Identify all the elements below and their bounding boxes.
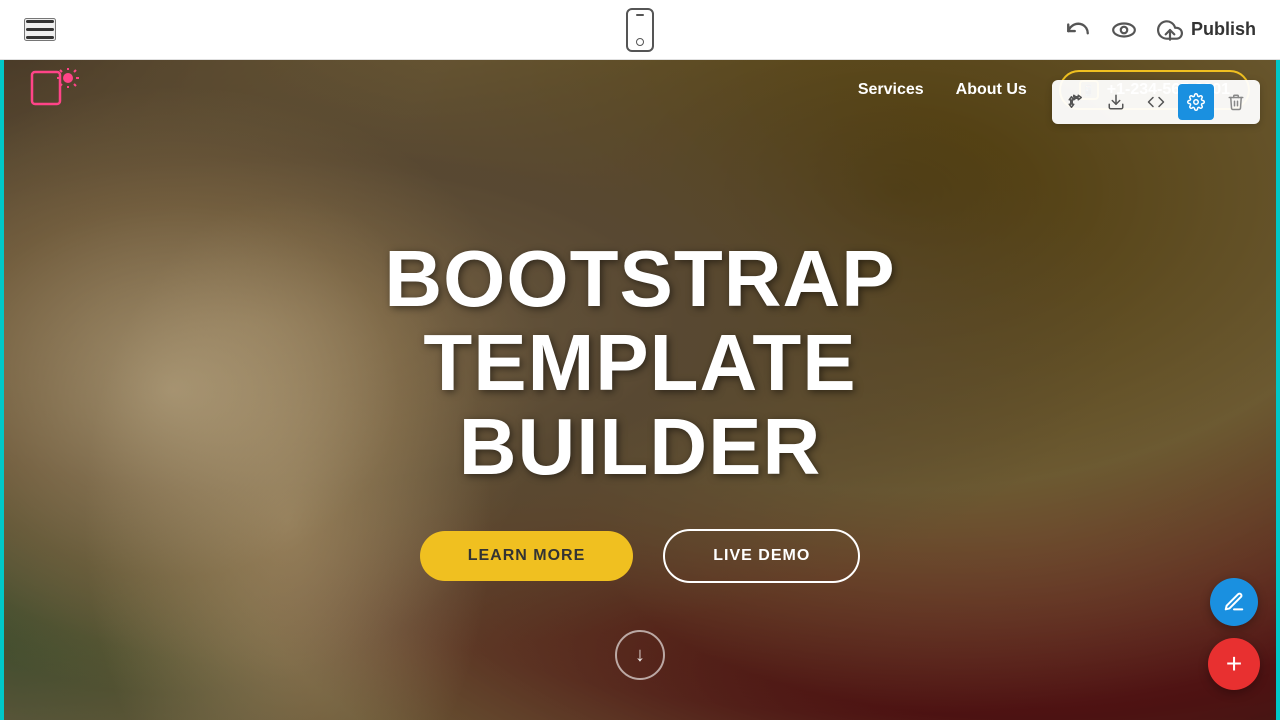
publish-cloud-icon: [1157, 17, 1183, 43]
hero-buttons: LEARN MORE LIVE DEMO: [240, 529, 1040, 583]
move-tool-button[interactable]: [1058, 84, 1094, 120]
menu-button[interactable]: [24, 18, 56, 41]
hero-title-line2: TEMPLATE BUILDER: [423, 318, 856, 491]
live-demo-button[interactable]: LIVE DEMO: [663, 529, 860, 583]
edit-fab-button[interactable]: [1210, 578, 1258, 626]
publish-button[interactable]: Publish: [1157, 17, 1256, 43]
scroll-arrow-icon: ↓: [635, 645, 645, 665]
undo-button[interactable]: [1065, 17, 1091, 43]
section-toolbar: [1052, 80, 1260, 124]
nav-services[interactable]: Services: [858, 81, 924, 99]
main-canvas: Services About Us 📱 +1-234-567-8901: [0, 60, 1280, 720]
logo-icon: [30, 68, 82, 112]
hero-content: BOOTSTRAP TEMPLATE BUILDER LEARN MORE LI…: [240, 237, 1040, 583]
top-toolbar: Publish: [0, 0, 1280, 60]
fab-container: +: [1208, 578, 1260, 690]
hero-title-line1: BOOTSTRAP: [384, 234, 895, 323]
download-tool-button[interactable]: [1098, 84, 1134, 120]
toolbar-center: [626, 8, 654, 52]
hero-title: BOOTSTRAP TEMPLATE BUILDER: [240, 237, 1040, 489]
phone-outline-icon: [626, 8, 654, 52]
scroll-down-button[interactable]: ↓: [615, 630, 665, 680]
learn-more-button[interactable]: LEARN MORE: [420, 531, 634, 581]
mobile-view-button[interactable]: [626, 8, 654, 52]
nav-about[interactable]: About Us: [956, 81, 1027, 99]
publish-label: Publish: [1191, 19, 1256, 40]
add-fab-button[interactable]: +: [1208, 638, 1260, 690]
site-logo: [30, 68, 82, 112]
settings-tool-button[interactable]: [1178, 84, 1214, 120]
add-icon: +: [1226, 650, 1242, 678]
code-tool-button[interactable]: [1138, 84, 1174, 120]
toolbar-right: Publish: [1065, 17, 1256, 43]
toolbar-left: [24, 18, 56, 41]
preview-button[interactable]: [1111, 17, 1137, 43]
delete-tool-button[interactable]: [1218, 84, 1254, 120]
